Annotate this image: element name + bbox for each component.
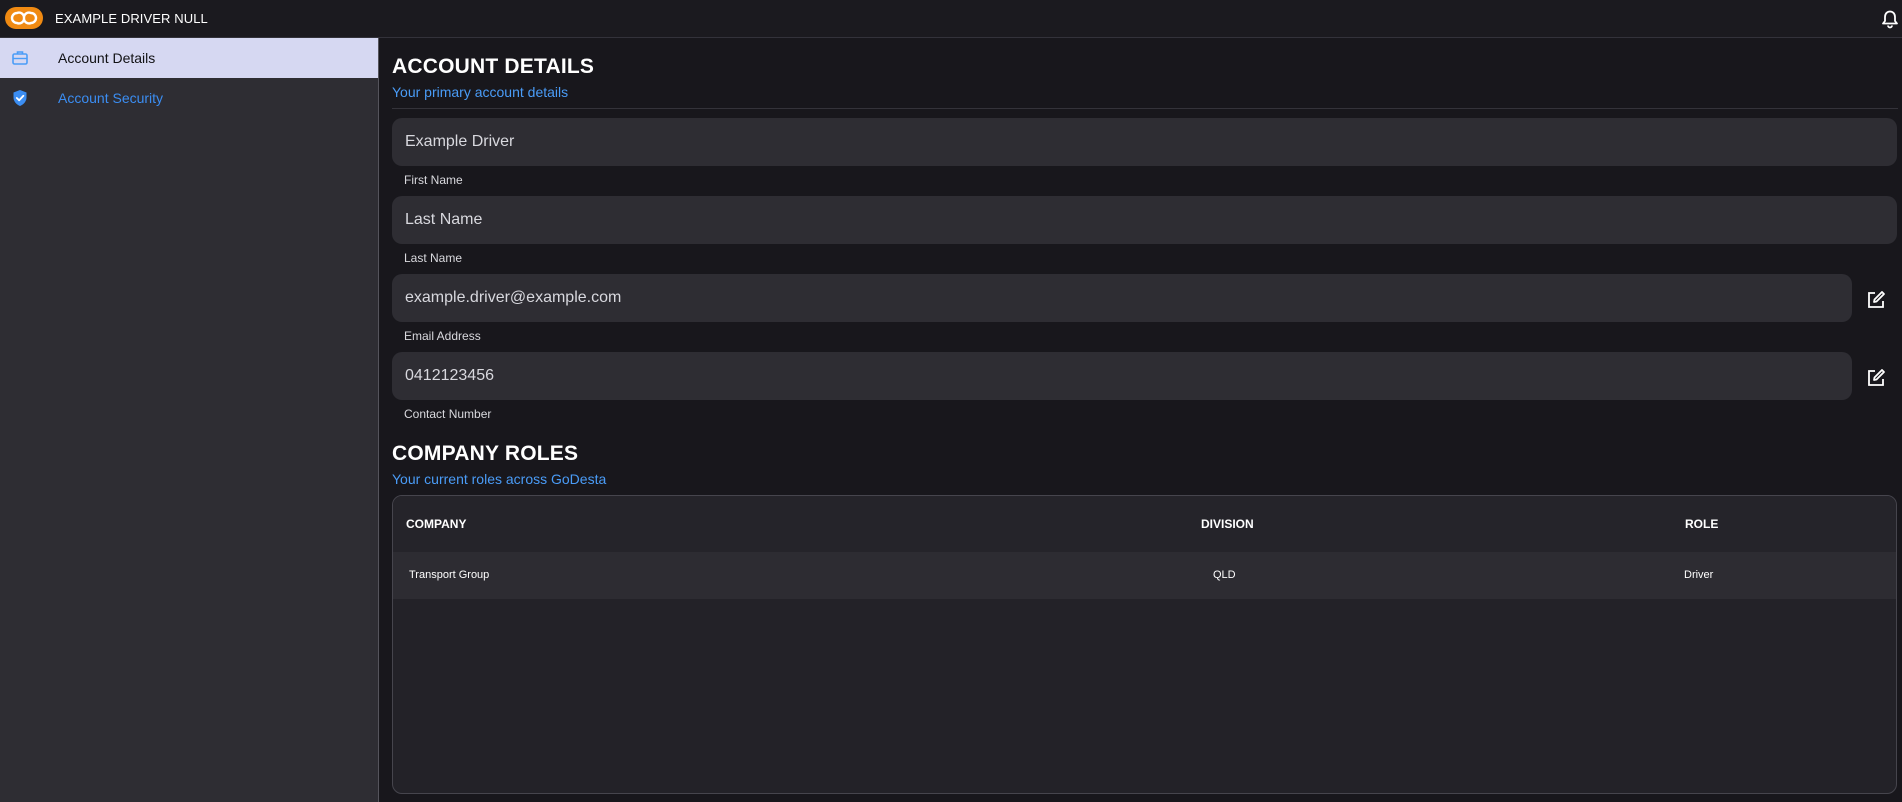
email-label: Email Address: [404, 329, 481, 343]
notification-bell-icon[interactable]: [1880, 9, 1900, 29]
main-content: ACCOUNT DETAILS Your primary account det…: [381, 38, 1902, 802]
company-roles-subtitle: Your current roles across GoDesta: [392, 471, 607, 487]
last-name-field[interactable]: Last Name: [392, 196, 1897, 244]
cell-role: Driver: [1684, 569, 1714, 581]
first-name-field[interactable]: Example Driver: [392, 118, 1897, 166]
cell-company: Transport Group: [409, 569, 490, 581]
contact-number-label: Contact Number: [404, 407, 492, 421]
briefcase-icon: [10, 48, 30, 68]
app-title: EXAMPLE DRIVER NULL: [55, 11, 208, 26]
section-divider: [392, 108, 1898, 109]
cell-division: QLD: [1213, 569, 1236, 581]
company-roles-table: COMPANY DIVISION ROLE Transport Group QL…: [392, 495, 1897, 794]
sidebar-item-label: Account Details: [58, 50, 156, 66]
contact-number-field[interactable]: 0412123456: [392, 352, 1852, 400]
edit-email-icon[interactable]: [1865, 289, 1887, 311]
shield-check-icon: [10, 88, 30, 108]
account-details-title: ACCOUNT DETAILS: [392, 55, 595, 78]
sidebar-item-account-details[interactable]: Account Details: [0, 38, 378, 78]
sidebar-item-account-security[interactable]: Account Security: [0, 78, 378, 118]
top-bar: EXAMPLE DRIVER NULL: [0, 0, 1902, 38]
account-details-subtitle: Your primary account details: [392, 84, 569, 100]
last-name-label: Last Name: [404, 251, 463, 265]
email-field[interactable]: example.driver@example.com: [392, 274, 1852, 322]
column-header-company[interactable]: COMPANY: [406, 517, 466, 531]
first-name-label: First Name: [404, 173, 463, 187]
sidebar-item-label: Account Security: [58, 90, 164, 106]
app-logo-icon[interactable]: [5, 7, 43, 29]
column-header-role[interactable]: ROLE: [1685, 517, 1718, 531]
column-header-division[interactable]: DIVISION: [1201, 517, 1254, 531]
edit-contact-icon[interactable]: [1865, 367, 1887, 389]
table-row[interactable]: Transport Group QLD Driver: [393, 552, 1896, 599]
table-header: COMPANY DIVISION ROLE: [393, 496, 1896, 552]
sidebar: Account Details Account Security: [0, 38, 379, 802]
company-roles-title: COMPANY ROLES: [392, 442, 579, 465]
